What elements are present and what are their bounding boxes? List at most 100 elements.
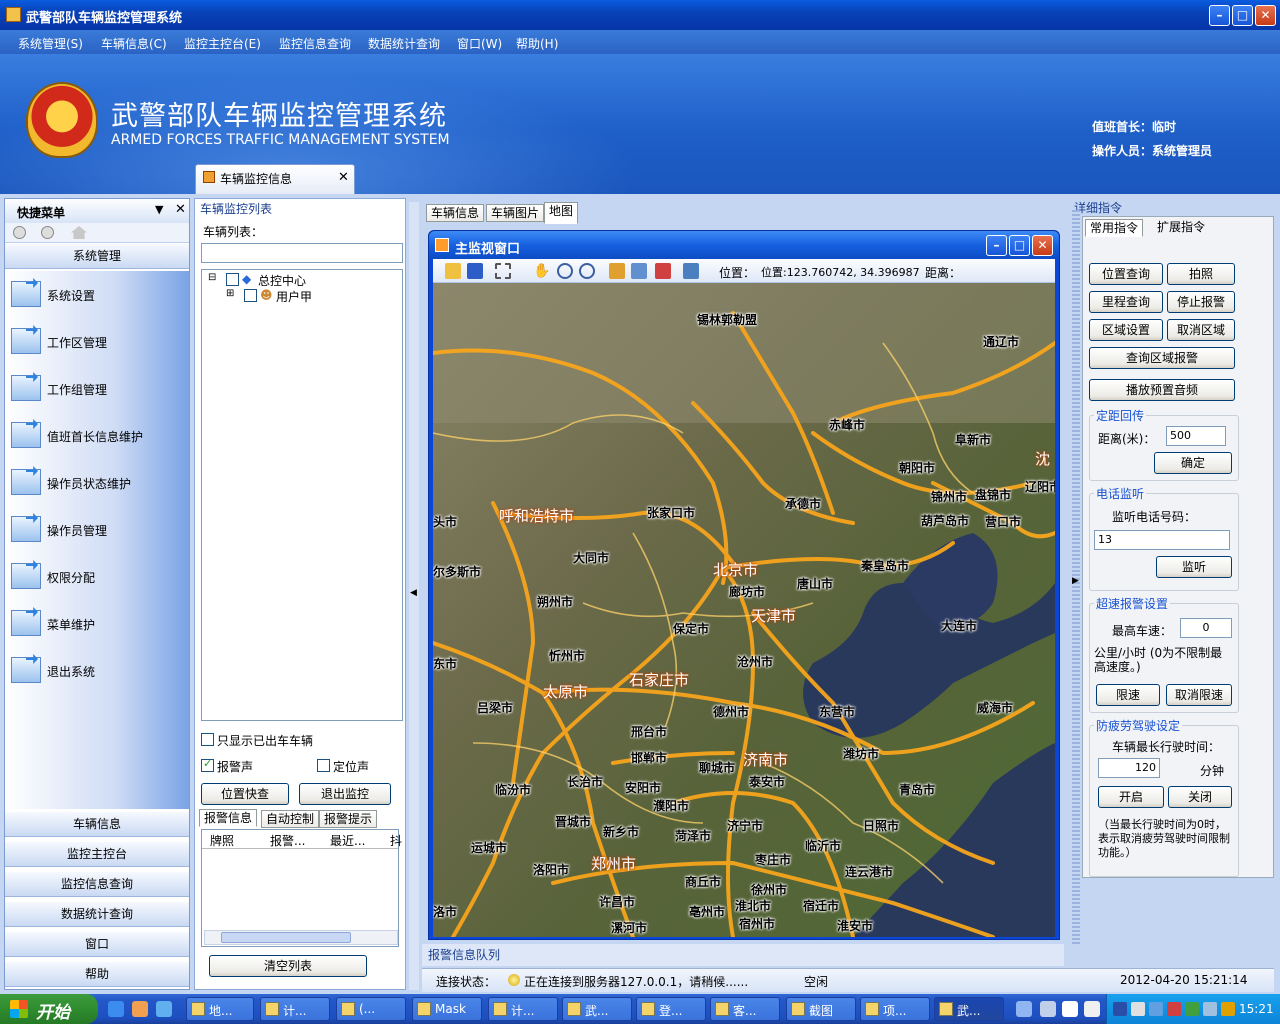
collapse-left-icon[interactable]: ◀ bbox=[410, 588, 417, 598]
city-label[interactable]: 新乡市 bbox=[603, 823, 639, 840]
col-alarm[interactable]: 报警... bbox=[270, 832, 305, 849]
eraser-icon[interactable] bbox=[655, 263, 671, 279]
position-query-button[interactable]: 位置查询 bbox=[1089, 263, 1163, 285]
stop-alarm-button[interactable]: 停止报警 bbox=[1167, 291, 1235, 313]
collapse-right-icon[interactable]: ▶ bbox=[1072, 576, 1079, 586]
open-icon[interactable] bbox=[445, 263, 461, 279]
city-label[interactable]: 济南市 bbox=[743, 749, 788, 770]
minimize-button[interactable]: – bbox=[1209, 5, 1230, 26]
city-label[interactable]: 聊城市 bbox=[699, 759, 735, 776]
task-button[interactable]: Mask bbox=[412, 997, 482, 1021]
pan-hand-icon[interactable]: ✋ bbox=[533, 263, 550, 279]
menu-window[interactable]: 窗口(W) bbox=[457, 35, 502, 52]
task-button[interactable]: 项... bbox=[860, 997, 930, 1021]
city-label[interactable]: 邢台市 bbox=[631, 723, 667, 740]
query-area-alarm-button[interactable]: 查询区域报警 bbox=[1089, 347, 1235, 369]
vehicle-search-input[interactable] bbox=[201, 243, 403, 263]
tab-alarm-info[interactable]: 报警信息 bbox=[199, 809, 258, 827]
tray-icon[interactable] bbox=[1149, 1002, 1163, 1016]
identify-icon[interactable] bbox=[631, 263, 647, 279]
city-label[interactable]: 济宁市 bbox=[727, 817, 763, 834]
close-button[interactable]: ✕ bbox=[1255, 5, 1276, 26]
quicklaunch-icon[interactable] bbox=[132, 1001, 148, 1017]
city-label[interactable]: 阜新市 bbox=[955, 431, 991, 448]
city-label[interactable]: 临汾市 bbox=[495, 781, 531, 798]
clear-list-button[interactable]: 清空列表 bbox=[209, 955, 367, 977]
city-label[interactable]: 朔州市 bbox=[537, 593, 573, 610]
group-monitor-query[interactable]: 监控信息查询 bbox=[5, 871, 189, 897]
city-label[interactable]: 漯河市 bbox=[611, 919, 647, 936]
task-button[interactable]: 截图 bbox=[786, 997, 856, 1021]
city-label[interactable]: 徐州市 bbox=[751, 881, 787, 898]
document-tab[interactable]: 车辆监控信息 ✕ bbox=[195, 164, 355, 194]
group-system-management[interactable]: 系统管理 bbox=[5, 243, 189, 269]
menu-help[interactable]: 帮助(H) bbox=[516, 35, 558, 52]
tray-icon[interactable] bbox=[1131, 1002, 1145, 1016]
city-label[interactable]: 威海市 bbox=[977, 699, 1013, 716]
forward-icon[interactable] bbox=[41, 226, 54, 239]
city-label[interactable]: 郑州市 bbox=[591, 853, 636, 874]
map-canvas[interactable]: 锡林郭勒盟 通辽市 赤峰市 阜新市 朝阳市 沈 锦州市 盘锦市 辽阳市 呼和浩特… bbox=[433, 283, 1055, 937]
group-console[interactable]: 监控主控台 bbox=[5, 841, 189, 867]
city-label[interactable]: 沧州市 bbox=[737, 653, 773, 670]
city-label[interactable]: 营口市 bbox=[985, 513, 1021, 530]
city-label[interactable]: 秦皇岛市 bbox=[861, 557, 909, 574]
area-set-button[interactable]: 区域设置 bbox=[1089, 319, 1163, 341]
city-label[interactable]: 日照市 bbox=[863, 817, 899, 834]
expand-icon[interactable]: ⊞ bbox=[226, 288, 234, 299]
splitter[interactable]: ◀ bbox=[409, 202, 419, 990]
city-label[interactable]: 安阳市 bbox=[625, 779, 661, 796]
tree-root-node[interactable]: 总控中心 bbox=[258, 272, 306, 289]
city-label[interactable]: 洛市 bbox=[433, 903, 457, 920]
city-label[interactable]: 大连市 bbox=[941, 617, 977, 634]
city-label[interactable]: 淮安市 bbox=[837, 917, 873, 934]
quicklaunch-icon[interactable] bbox=[156, 1001, 172, 1017]
city-label[interactable]: 廊坊市 bbox=[729, 583, 765, 600]
select-icon[interactable] bbox=[495, 263, 511, 279]
col-recent[interactable]: 最近... bbox=[330, 832, 365, 849]
city-label[interactable]: 泰安市 bbox=[749, 773, 785, 790]
distance-ok-button[interactable]: 确定 bbox=[1154, 452, 1232, 474]
phone-number-input[interactable]: 13 bbox=[1094, 530, 1230, 550]
city-label[interactable]: 石家庄市 bbox=[629, 669, 689, 690]
city-label[interactable]: 头市 bbox=[433, 513, 457, 530]
task-button-active[interactable]: 武... bbox=[934, 997, 1004, 1021]
city-label[interactable]: 太原市 bbox=[543, 681, 588, 702]
city-label[interactable]: 宿州市 bbox=[739, 915, 775, 932]
zoom-out-icon[interactable] bbox=[579, 263, 595, 279]
group-help[interactable]: 帮助 bbox=[5, 961, 189, 987]
measure-icon[interactable] bbox=[609, 263, 625, 279]
menu-vehicle[interactable]: 车辆信息(C) bbox=[101, 35, 167, 52]
group-window[interactable]: 窗口 bbox=[5, 931, 189, 957]
tree-child-node[interactable]: 用户甲 bbox=[276, 288, 312, 305]
city-label[interactable]: 枣庄市 bbox=[755, 851, 791, 868]
city-label[interactable]: 德州市 bbox=[713, 703, 749, 720]
city-label[interactable]: 承德市 bbox=[785, 495, 821, 512]
city-label[interactable]: 淮北市 bbox=[735, 897, 771, 914]
city-label[interactable]: 天津市 bbox=[751, 605, 796, 626]
start-button[interactable]: 开始 bbox=[0, 994, 98, 1024]
cancel-limit-button[interactable]: 取消限速 bbox=[1166, 684, 1232, 706]
close-panel-icon[interactable]: ✕ bbox=[175, 202, 186, 217]
city-label[interactable]: 通辽市 bbox=[983, 333, 1019, 350]
city-label[interactable]: 菏泽市 bbox=[675, 827, 711, 844]
menu-statistics[interactable]: 数据统计查询 bbox=[368, 35, 440, 52]
mileage-query-button[interactable]: 里程查询 bbox=[1089, 291, 1163, 313]
menu-console[interactable]: 监控主控台(E) bbox=[184, 35, 261, 52]
city-label[interactable]: 宿迁市 bbox=[803, 897, 839, 914]
city-label[interactable]: 朝阳市 bbox=[899, 459, 935, 476]
city-label[interactable]: 东市 bbox=[433, 655, 457, 672]
tab-vehicle-info[interactable]: 车辆信息 bbox=[426, 204, 485, 222]
city-label[interactable]: 青岛市 bbox=[899, 781, 935, 798]
network-icon[interactable] bbox=[1203, 1002, 1217, 1016]
map-maximize-button[interactable]: □ bbox=[1009, 235, 1030, 256]
home-icon[interactable] bbox=[71, 226, 87, 239]
city-label[interactable]: 北京市 bbox=[713, 559, 758, 580]
question-icon[interactable] bbox=[1084, 1001, 1100, 1017]
city-label[interactable]: 保定市 bbox=[673, 620, 709, 637]
task-button[interactable]: 计... bbox=[260, 997, 330, 1021]
city-label[interactable]: 大同市 bbox=[573, 549, 609, 566]
task-button[interactable]: 计... bbox=[488, 997, 558, 1021]
locate-sound-checkbox[interactable] bbox=[317, 759, 330, 772]
col-more[interactable]: 抖 bbox=[390, 832, 402, 849]
